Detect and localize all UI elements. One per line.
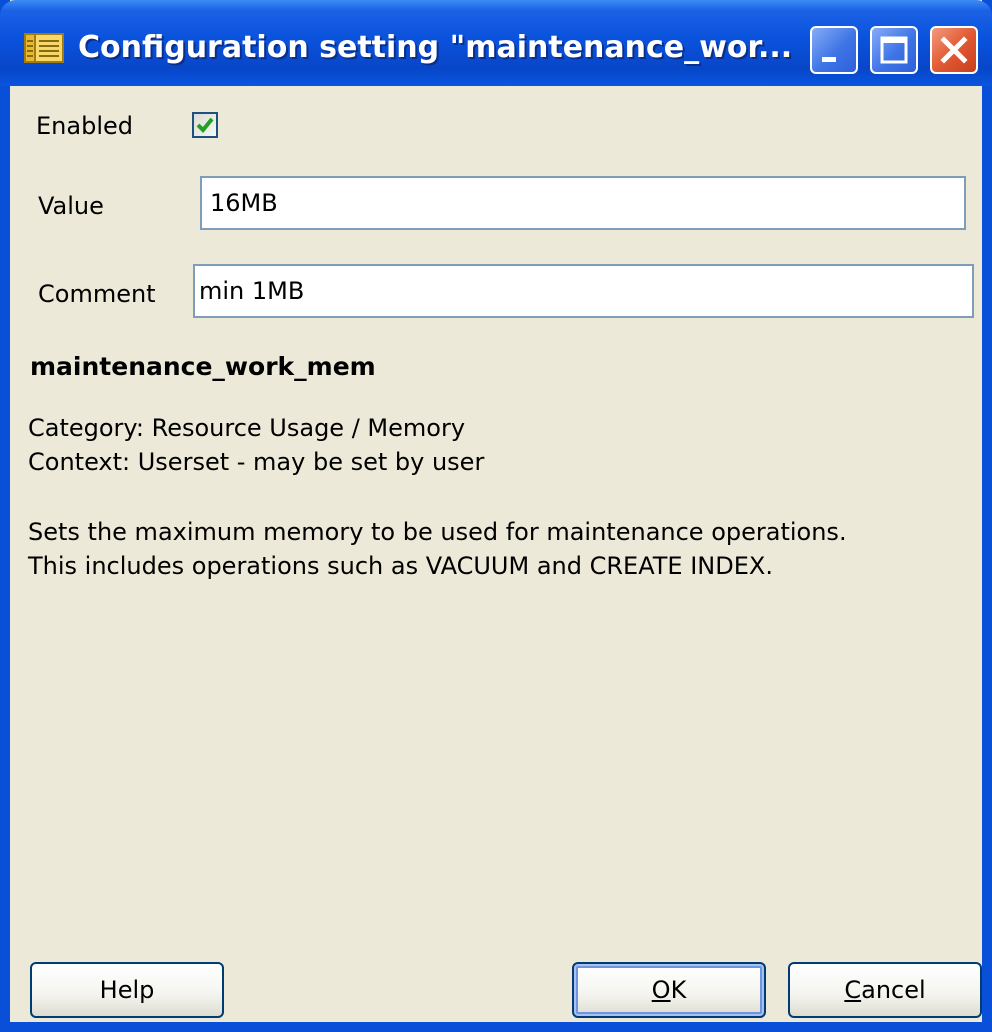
- description-line-1: Sets the maximum memory to be used for m…: [28, 518, 847, 546]
- category-text: Category: Resource Usage / Memory: [28, 414, 466, 442]
- comment-label: Comment: [38, 280, 156, 308]
- enabled-checkbox[interactable]: [192, 112, 218, 138]
- close-button[interactable]: [930, 26, 978, 74]
- properties-icon: [24, 33, 64, 63]
- setting-name-heading: maintenance_work_mem: [30, 352, 376, 381]
- ok-mnemonic: O: [651, 976, 671, 1004]
- maximize-button[interactable]: [870, 26, 918, 74]
- ok-button[interactable]: OK: [572, 962, 766, 1018]
- ok-button-label: K: [670, 976, 687, 1004]
- window-title: Configuration setting "maintenance_wor..…: [78, 30, 793, 65]
- help-button-label: Help: [99, 976, 155, 1004]
- context-text: Context: Userset - may be set by user: [28, 448, 485, 476]
- cancel-button-label: ancel: [861, 976, 926, 1004]
- maximize-icon: [880, 36, 908, 64]
- cancel-mnemonic: C: [844, 976, 862, 1004]
- enabled-label: Enabled: [36, 112, 133, 140]
- config-setting-dialog: Configuration setting "maintenance_wor..…: [0, 0, 992, 1032]
- value-label: Value: [38, 192, 104, 220]
- checkmark-icon: [196, 117, 214, 133]
- comment-input[interactable]: min 1MB: [193, 264, 974, 318]
- minimize-icon: [822, 57, 836, 62]
- minimize-button[interactable]: [810, 26, 858, 74]
- title-bar[interactable]: Configuration setting "maintenance_wor..…: [0, 0, 992, 86]
- help-button[interactable]: Help: [30, 962, 224, 1018]
- close-icon: [940, 36, 968, 64]
- description-line-2: This includes operations such as VACUUM …: [28, 552, 773, 580]
- cancel-button[interactable]: Cancel: [788, 962, 982, 1018]
- value-input[interactable]: 16MB: [200, 176, 966, 230]
